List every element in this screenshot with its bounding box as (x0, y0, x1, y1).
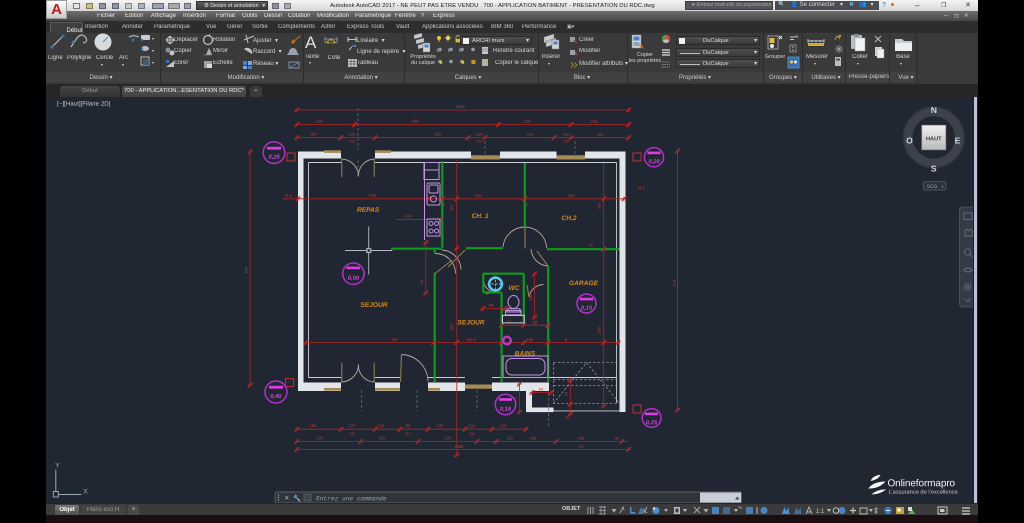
svg-text:550: 550 (597, 326, 602, 333)
svg-text:N: N (931, 105, 937, 115)
svg-text:357: 357 (449, 323, 454, 330)
svg-text:210: 210 (527, 132, 534, 137)
svg-text:125: 125 (349, 139, 355, 143)
svg-text:218: 218 (591, 119, 598, 124)
svg-text:68: 68 (533, 320, 538, 325)
svg-text:X: X (83, 488, 88, 495)
svg-text:160: 160 (597, 132, 604, 137)
svg-text:343: 343 (568, 193, 575, 198)
svg-text:L’assurance de l’excellence: L’assurance de l’excellence (888, 490, 957, 496)
svg-text:210: 210 (379, 435, 386, 440)
svg-text:GARAGE: GARAGE (569, 280, 599, 287)
svg-text:1288: 1288 (454, 444, 464, 449)
svg-text:913: 913 (672, 279, 677, 286)
svg-text:0,15: 0,15 (581, 306, 593, 312)
svg-text:240: 240 (578, 436, 585, 441)
svg-text:318: 318 (524, 119, 531, 124)
svg-text:68: 68 (489, 303, 494, 308)
svg-text:SEJOUR: SEJOUR (457, 319, 484, 326)
svg-text:120: 120 (349, 423, 356, 428)
svg-text:0,00: 0,00 (348, 276, 360, 282)
svg-text:100: 100 (405, 213, 412, 218)
svg-text:1288: 1288 (456, 104, 466, 109)
svg-text:Entrez une commande: Entrez une commande (316, 495, 387, 502)
svg-text:100: 100 (563, 132, 570, 137)
svg-text:110: 110 (378, 423, 385, 428)
svg-text:110: 110 (507, 436, 514, 441)
svg-text:260: 260 (578, 445, 584, 449)
svg-text:60: 60 (419, 279, 424, 284)
svg-text:160: 160 (527, 337, 534, 342)
svg-text:CH.2: CH.2 (562, 215, 577, 222)
svg-text:E: E (955, 136, 961, 146)
svg-text:363: 363 (449, 204, 454, 211)
svg-text:160: 160 (310, 423, 317, 428)
svg-text:0,18: 0,18 (500, 407, 512, 413)
svg-text:0,25: 0,25 (646, 420, 658, 426)
svg-text:350: 350 (435, 132, 442, 137)
svg-text:SCG: SCG (927, 184, 938, 190)
svg-text:135: 135 (563, 140, 569, 144)
svg-text:▾: ▾ (942, 184, 944, 189)
svg-text:220: 220 (317, 435, 324, 440)
svg-text:0,20: 0,20 (648, 159, 660, 165)
svg-text:220: 220 (445, 435, 452, 440)
svg-text:135: 135 (469, 432, 475, 436)
svg-text:Y: Y (55, 462, 60, 469)
svg-text:WC: WC (508, 285, 519, 292)
svg-text:S: S (931, 163, 937, 173)
svg-text:78: 78 (564, 391, 569, 396)
svg-text:REPAS: REPAS (357, 207, 380, 214)
svg-text:CH. 1: CH. 1 (472, 213, 489, 220)
svg-text:SEJOUR: SEJOUR (360, 302, 387, 309)
svg-text:80: 80 (406, 423, 411, 428)
svg-text:94: 94 (539, 387, 544, 392)
svg-text:100: 100 (530, 436, 537, 441)
svg-text:130: 130 (437, 423, 444, 428)
svg-text:303: 303 (597, 202, 602, 209)
svg-text:HAUT: HAUT (926, 136, 942, 142)
svg-text:100: 100 (475, 193, 482, 198)
svg-text:130: 130 (500, 423, 507, 428)
svg-text:228: 228 (316, 118, 323, 123)
svg-text:75: 75 (507, 320, 512, 325)
svg-text:823: 823 (244, 266, 249, 273)
svg-text:[−][Haut][Filaire 2D]: [−][Haut][Filaire 2D] (57, 101, 111, 108)
svg-text:215: 215 (405, 432, 411, 436)
svg-text:0,25: 0,25 (268, 155, 280, 161)
svg-text:135: 135 (349, 432, 355, 436)
svg-text:31.5: 31.5 (638, 186, 645, 190)
svg-text:962: 962 (528, 293, 533, 300)
svg-text:Onlineformapro: Onlineformapro (887, 478, 955, 489)
svg-text:5: 5 (443, 203, 445, 207)
svg-text:🔧: 🔧 (293, 494, 301, 503)
svg-text:✕: ✕ (284, 495, 289, 502)
svg-text:457: 457 (392, 337, 399, 342)
svg-text:40: 40 (589, 244, 593, 248)
svg-text:32: 32 (615, 436, 620, 441)
svg-text:100: 100 (476, 132, 483, 137)
svg-text:BAINS: BAINS (515, 351, 536, 358)
svg-text:0,40: 0,40 (270, 394, 282, 400)
svg-text:31.5: 31.5 (285, 194, 292, 198)
svg-text:125: 125 (476, 140, 482, 144)
svg-text:160: 160 (310, 132, 317, 137)
svg-text:O: O (906, 135, 913, 145)
svg-text:120: 120 (349, 132, 356, 137)
svg-text:8: 8 (565, 337, 568, 342)
svg-text:75: 75 (565, 416, 569, 420)
svg-text:5: 5 (526, 203, 528, 207)
svg-text:468: 468 (412, 119, 419, 124)
svg-text:4.96: 4.96 (368, 193, 377, 198)
svg-text:100: 100 (469, 423, 476, 428)
svg-text:245.5: 245.5 (466, 337, 477, 342)
